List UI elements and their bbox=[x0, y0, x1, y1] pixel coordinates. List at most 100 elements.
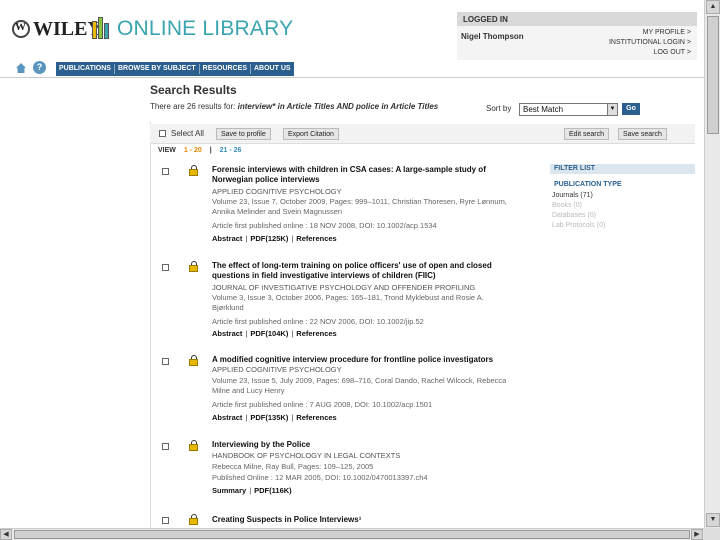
lock-icon bbox=[189, 514, 198, 525]
filter-lab-protocols: Lab Protocols (0) bbox=[552, 222, 606, 229]
vertical-scroll-thumb[interactable] bbox=[707, 16, 719, 134]
scroll-right-icon[interactable]: ▶ bbox=[691, 529, 703, 540]
result-meta: Rebecca Milne, Ray Bull, Pages: 109–125,… bbox=[212, 462, 374, 471]
result-item: Forensic interviews with children in CSA… bbox=[160, 165, 507, 245]
go-button[interactable]: Go bbox=[622, 103, 640, 115]
result-item: Creating Suspects in Police Interviews¹ bbox=[160, 514, 505, 528]
result-item: The effect of long-term training on poli… bbox=[160, 261, 505, 341]
result-journal[interactable]: APPLIED COGNITIVE PSYCHOLOGY bbox=[212, 365, 342, 375]
result-checkbox[interactable] bbox=[162, 443, 169, 450]
books-icon bbox=[92, 17, 112, 39]
institutional-login-link[interactable]: INSTITUTIONAL LOGIN > bbox=[609, 39, 691, 46]
result-checkbox[interactable] bbox=[162, 517, 169, 524]
abstract-link[interactable]: Abstract bbox=[212, 413, 242, 422]
wiley-mark-icon bbox=[12, 20, 30, 38]
horizontal-scrollbar[interactable]: ◀ ▶ bbox=[0, 528, 704, 540]
nav-about-us[interactable]: ABOUT US bbox=[251, 64, 294, 74]
abstract-link[interactable]: Abstract bbox=[212, 234, 242, 243]
dropdown-arrow-icon[interactable]: ▼ bbox=[607, 104, 617, 115]
abstract-link[interactable]: Abstract bbox=[212, 329, 242, 338]
page-21-26-link[interactable]: 21 - 26 bbox=[220, 147, 242, 154]
main-nav: ? PUBLICATIONS BROWSE BY SUBJECT RESOURC… bbox=[0, 60, 704, 78]
pdf-link[interactable]: PDF(135K) bbox=[250, 413, 288, 422]
result-title[interactable]: A modified cognitive interview procedure… bbox=[212, 355, 507, 365]
select-all-label: Select All bbox=[171, 129, 204, 138]
filter-list: FILTER LIST PUBLICATION TYPE Journals (7… bbox=[550, 164, 695, 234]
scroll-left-icon[interactable]: ◀ bbox=[0, 529, 12, 540]
save-to-profile-button[interactable]: Save to profile bbox=[216, 128, 271, 140]
result-meta: Volume 3, Issue 3, October 2006, Pages: … bbox=[212, 293, 484, 312]
references-link[interactable]: References bbox=[296, 329, 336, 338]
result-published: Article first published online : 7 AUG 2… bbox=[212, 400, 433, 409]
result-published: Published Online : 12 MAR 2005, DOI: 10.… bbox=[212, 473, 428, 482]
result-checkbox[interactable] bbox=[162, 168, 169, 175]
filter-title: FILTER LIST bbox=[550, 164, 695, 174]
references-link[interactable]: References bbox=[296, 234, 336, 243]
nav-publications[interactable]: PUBLICATIONS bbox=[56, 64, 115, 74]
result-links: Summary | PDF(116K) bbox=[212, 486, 292, 495]
sort-label: Sort by bbox=[486, 104, 512, 113]
filter-journals[interactable]: Journals (71) bbox=[552, 192, 593, 199]
pdf-link[interactable]: PDF(104K) bbox=[250, 329, 288, 338]
filter-books: Books (0) bbox=[552, 202, 582, 209]
result-links: Abstract | PDF(135K) | References bbox=[212, 413, 337, 422]
sort-select[interactable]: Best Match ▼ bbox=[519, 103, 618, 116]
filter-publication-type: PUBLICATION TYPE bbox=[554, 181, 622, 188]
wiley-logo[interactable]: WILEY bbox=[12, 18, 102, 41]
login-title: LOGGED IN bbox=[457, 12, 697, 26]
view-pagination: VIEW 1 - 20 | 21 - 26 bbox=[158, 147, 241, 154]
save-search-button[interactable]: Save search bbox=[618, 128, 667, 140]
lock-icon bbox=[189, 440, 198, 451]
result-published: Article first published online : 22 NOV … bbox=[212, 317, 424, 326]
nav-browse-by-subject[interactable]: BROWSE BY SUBJECT bbox=[115, 64, 200, 74]
sort-value: Best Match bbox=[523, 105, 564, 114]
result-title[interactable]: Creating Suspects in Police Interviews¹ bbox=[212, 515, 507, 525]
result-meta: Volume 23, Issue 7, October 2009, Pages:… bbox=[212, 197, 507, 216]
summary-prefix: There are 26 results for: bbox=[150, 102, 238, 111]
lock-icon bbox=[189, 165, 198, 176]
results-toolbar: Select All Save to profile Export Citati… bbox=[150, 124, 695, 144]
home-icon[interactable] bbox=[15, 62, 27, 74]
results-summary: There are 26 results for: interview* in … bbox=[150, 102, 438, 111]
help-icon[interactable]: ? bbox=[33, 61, 46, 74]
result-item: Interviewing by the Police HANDBOOK OF P… bbox=[160, 440, 505, 500]
view-label: VIEW bbox=[158, 147, 176, 154]
summary-query: interview* in Article Titles AND police … bbox=[237, 102, 439, 111]
result-links: Abstract | PDF(104K) | References bbox=[212, 329, 337, 338]
references-link[interactable]: References bbox=[296, 413, 336, 422]
result-meta: Volume 23, Issue 5, July 2009, Pages: 69… bbox=[212, 376, 507, 395]
scroll-up-icon[interactable]: ▲ bbox=[706, 0, 720, 14]
filter-databases: Databases (0) bbox=[552, 212, 596, 219]
result-checkbox[interactable] bbox=[162, 358, 169, 365]
scroll-down-icon[interactable]: ▼ bbox=[706, 513, 720, 527]
pdf-link[interactable]: PDF(116K) bbox=[254, 486, 292, 495]
result-item: A modified cognitive interview procedure… bbox=[160, 355, 507, 427]
logout-link[interactable]: LOG OUT > bbox=[654, 49, 691, 56]
result-published: Article first published online : 18 NOV … bbox=[212, 221, 437, 230]
summary-link[interactable]: Summary bbox=[212, 486, 246, 495]
result-title[interactable]: Interviewing by the Police bbox=[212, 440, 507, 450]
result-links: Abstract | PDF(125K) | References bbox=[212, 234, 337, 243]
page-1-20-link[interactable]: 1 - 20 bbox=[184, 147, 202, 154]
result-journal[interactable]: APPLIED COGNITIVE PSYCHOLOGY bbox=[212, 187, 342, 197]
result-title[interactable]: The effect of long-term training on poli… bbox=[212, 261, 507, 281]
page-separator: | bbox=[209, 147, 212, 154]
scrollbar-corner bbox=[704, 528, 720, 540]
page-title: Search Results bbox=[150, 83, 237, 97]
pdf-link[interactable]: PDF(125K) bbox=[250, 234, 288, 243]
my-profile-link[interactable]: MY PROFILE > bbox=[643, 29, 691, 36]
result-title[interactable]: Forensic interviews with children in CSA… bbox=[212, 165, 507, 185]
export-citation-button[interactable]: Export Citation bbox=[283, 128, 339, 140]
lock-icon bbox=[189, 355, 198, 366]
edit-search-button[interactable]: Edit search bbox=[564, 128, 610, 140]
result-journal[interactable]: JOURNAL OF INVESTIGATIVE PSYCHOLOGY AND … bbox=[212, 283, 475, 293]
lock-icon bbox=[189, 261, 198, 272]
nav-resources[interactable]: RESOURCES bbox=[200, 64, 251, 74]
result-journal[interactable]: HANDBOOK OF PSYCHOLOGY IN LEGAL CONTEXTS bbox=[212, 451, 400, 461]
result-checkbox[interactable] bbox=[162, 264, 169, 271]
nav-menu: PUBLICATIONS BROWSE BY SUBJECT RESOURCES… bbox=[56, 62, 294, 76]
online-library-logo[interactable]: ONLINE LIBRARY bbox=[117, 17, 293, 41]
vertical-scrollbar[interactable]: ▲ ▼ bbox=[704, 0, 720, 528]
horizontal-scroll-thumb[interactable] bbox=[14, 530, 690, 539]
select-all-checkbox[interactable] bbox=[159, 130, 166, 137]
